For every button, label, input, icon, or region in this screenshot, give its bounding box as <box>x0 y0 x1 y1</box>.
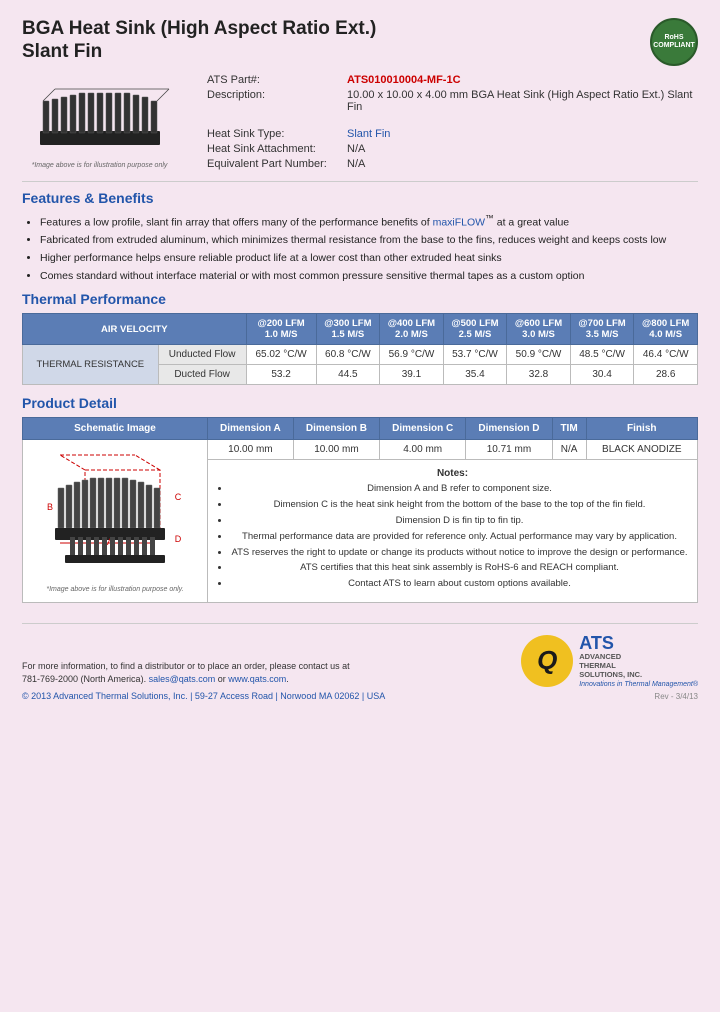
schematic-cell: A B C D <box>23 440 208 603</box>
dim-d-header: Dimension D <box>466 418 552 440</box>
schematic-svg: A B C D <box>30 450 200 580</box>
title-block: BGA Heat Sink (High Aspect Ratio Ext.) S… <box>22 18 376 64</box>
part-number-row: ATS Part#: ATS010010004-MF-1C <box>207 74 698 86</box>
footer-text: For more information, to find a distribu… <box>22 660 385 687</box>
equiv-row: Equivalent Part Number: N/A <box>207 158 698 170</box>
part-details: ATS Part#: ATS010010004-MF-1C Descriptio… <box>207 74 698 173</box>
note-1: Dimension A and B refer to component siz… <box>230 483 689 496</box>
type-row: Heat Sink Type: Slant Fin <box>207 128 698 140</box>
notes-title: Notes: <box>216 468 689 479</box>
footer-section: For more information, to find a distribu… <box>22 623 698 701</box>
description-row: Description: 10.00 x 10.00 x 4.00 mm BGA… <box>207 89 698 113</box>
col-600-header: @600 LFM3.0 M/S <box>507 314 571 345</box>
divider-1 <box>22 181 698 182</box>
note-4: Thermal performance data are provided fo… <box>230 531 689 544</box>
col-200-header: @200 LFM1.0 M/S <box>246 314 316 345</box>
unducted-val-4: 53.7 °C/W <box>443 345 507 365</box>
note-6: ATS certifies that this heat sink assemb… <box>230 562 689 575</box>
header-section: BGA Heat Sink (High Aspect Ratio Ext.) S… <box>22 18 698 66</box>
col-400-header: @400 LFM2.0 M/S <box>380 314 444 345</box>
info-block: *Image above is for illustration purpose… <box>22 74 698 173</box>
thermal-title: Thermal Performance <box>22 291 698 307</box>
footer-copyright: © 2013 Advanced Thermal Solutions, Inc. … <box>22 691 385 701</box>
dim-b-val: 10.00 mm <box>293 440 379 460</box>
features-list: Features a low profile, slant fin array … <box>22 212 698 283</box>
ats-logo-text: ATS ADVANCED THERMAL SOLUTIONS, INC. Inn… <box>579 634 698 688</box>
notes-cell: Notes: Dimension A and B refer to compon… <box>208 460 698 603</box>
col-500-header: @500 LFM2.5 M/S <box>443 314 507 345</box>
product-image-area: *Image above is for illustration purpose… <box>22 74 177 173</box>
svg-text:C: C <box>175 492 182 502</box>
air-velocity-header: AIR VELOCITY <box>23 314 247 345</box>
unducted-row: THERMAL RESISTANCE Unducted Flow 65.02 °… <box>23 345 698 365</box>
note-3: Dimension D is fin tip to fin tip. <box>230 515 689 528</box>
unducted-val-5: 50.9 °C/W <box>507 345 571 365</box>
dim-a-header: Dimension A <box>208 418 294 440</box>
ats-logo-block: Q ATS ADVANCED THERMAL SOLUTIONS, INC. I… <box>521 634 698 701</box>
ducted-val-7: 28.6 <box>634 365 698 385</box>
feature-item-4: Comes standard without interface materia… <box>40 269 698 284</box>
finish-header: Finish <box>586 418 697 440</box>
finish-val: BLACK ANODIZE <box>586 440 697 460</box>
unducted-val-3: 56.9 °C/W <box>380 345 444 365</box>
ats-q-icon: Q <box>521 635 573 687</box>
page-number: Rev - 3/4/13 <box>521 692 698 701</box>
feature-item-1: Features a low profile, slant fin array … <box>40 212 698 230</box>
note-5: ATS reserves the right to update or chan… <box>230 547 689 560</box>
svg-text:B: B <box>47 502 53 512</box>
page: BGA Heat Sink (High Aspect Ratio Ext.) S… <box>0 0 720 1012</box>
col-700-header: @700 LFM3.5 M/S <box>570 314 634 345</box>
thermal-resistance-label: THERMAL RESISTANCE <box>23 345 159 385</box>
dim-d-val: 10.71 mm <box>466 440 552 460</box>
schematic-caption: *Image above is for illustration purpose… <box>29 586 201 593</box>
feature-item-3: Higher performance helps ensure reliable… <box>40 251 698 266</box>
schematic-header: Schematic Image <box>23 418 208 440</box>
dim-c-header: Dimension C <box>380 418 466 440</box>
product-image <box>25 79 175 159</box>
product-detail-table: Schematic Image Dimension A Dimension B … <box>22 417 698 603</box>
page-title: BGA Heat Sink (High Aspect Ratio Ext.) S… <box>22 18 376 64</box>
product-detail-title: Product Detail <box>22 395 698 411</box>
image-caption: *Image above is for illustration purpose… <box>32 162 168 169</box>
ducted-val-5: 32.8 <box>507 365 571 385</box>
dim-b-header: Dimension B <box>293 418 379 440</box>
ducted-val-6: 30.4 <box>570 365 634 385</box>
features-title: Features & Benefits <box>22 190 698 206</box>
unducted-val-7: 46.4 °C/W <box>634 345 698 365</box>
col-300-header: @300 LFM1.5 M/S <box>316 314 380 345</box>
thermal-table: AIR VELOCITY @200 LFM1.0 M/S @300 LFM1.5… <box>22 313 698 385</box>
ducted-label: Ducted Flow <box>158 365 246 385</box>
dimensions-row: A B C D <box>23 440 698 460</box>
ducted-val-3: 39.1 <box>380 365 444 385</box>
note-2: Dimension C is the heat sink height from… <box>230 499 689 512</box>
rohs-badge: RoHS COMPLIANT <box>650 18 698 66</box>
attachment-row: Heat Sink Attachment: N/A <box>207 143 698 155</box>
col-800-header: @800 LFM4.0 M/S <box>634 314 698 345</box>
dim-c-val: 4.00 mm <box>380 440 466 460</box>
unducted-val-1: 65.02 °C/W <box>246 345 316 365</box>
notes-list: Dimension A and B refer to component siz… <box>216 483 689 591</box>
footer-contact: For more information, to find a distribu… <box>22 660 385 701</box>
unducted-val-2: 60.8 °C/W <box>316 345 380 365</box>
ats-logo: Q ATS ADVANCED THERMAL SOLUTIONS, INC. I… <box>521 634 698 688</box>
unducted-val-6: 48.5 °C/W <box>570 345 634 365</box>
ducted-val-2: 44.5 <box>316 365 380 385</box>
tim-header: TIM <box>552 418 586 440</box>
note-7: Contact ATS to learn about custom option… <box>230 578 689 591</box>
tim-val: N/A <box>552 440 586 460</box>
ducted-val-1: 53.2 <box>246 365 316 385</box>
dim-a-val: 10.00 mm <box>208 440 294 460</box>
unducted-label: Unducted Flow <box>158 345 246 365</box>
feature-item-2: Fabricated from extruded aluminum, which… <box>40 233 698 248</box>
ducted-val-4: 35.4 <box>443 365 507 385</box>
svg-text:D: D <box>175 534 182 544</box>
